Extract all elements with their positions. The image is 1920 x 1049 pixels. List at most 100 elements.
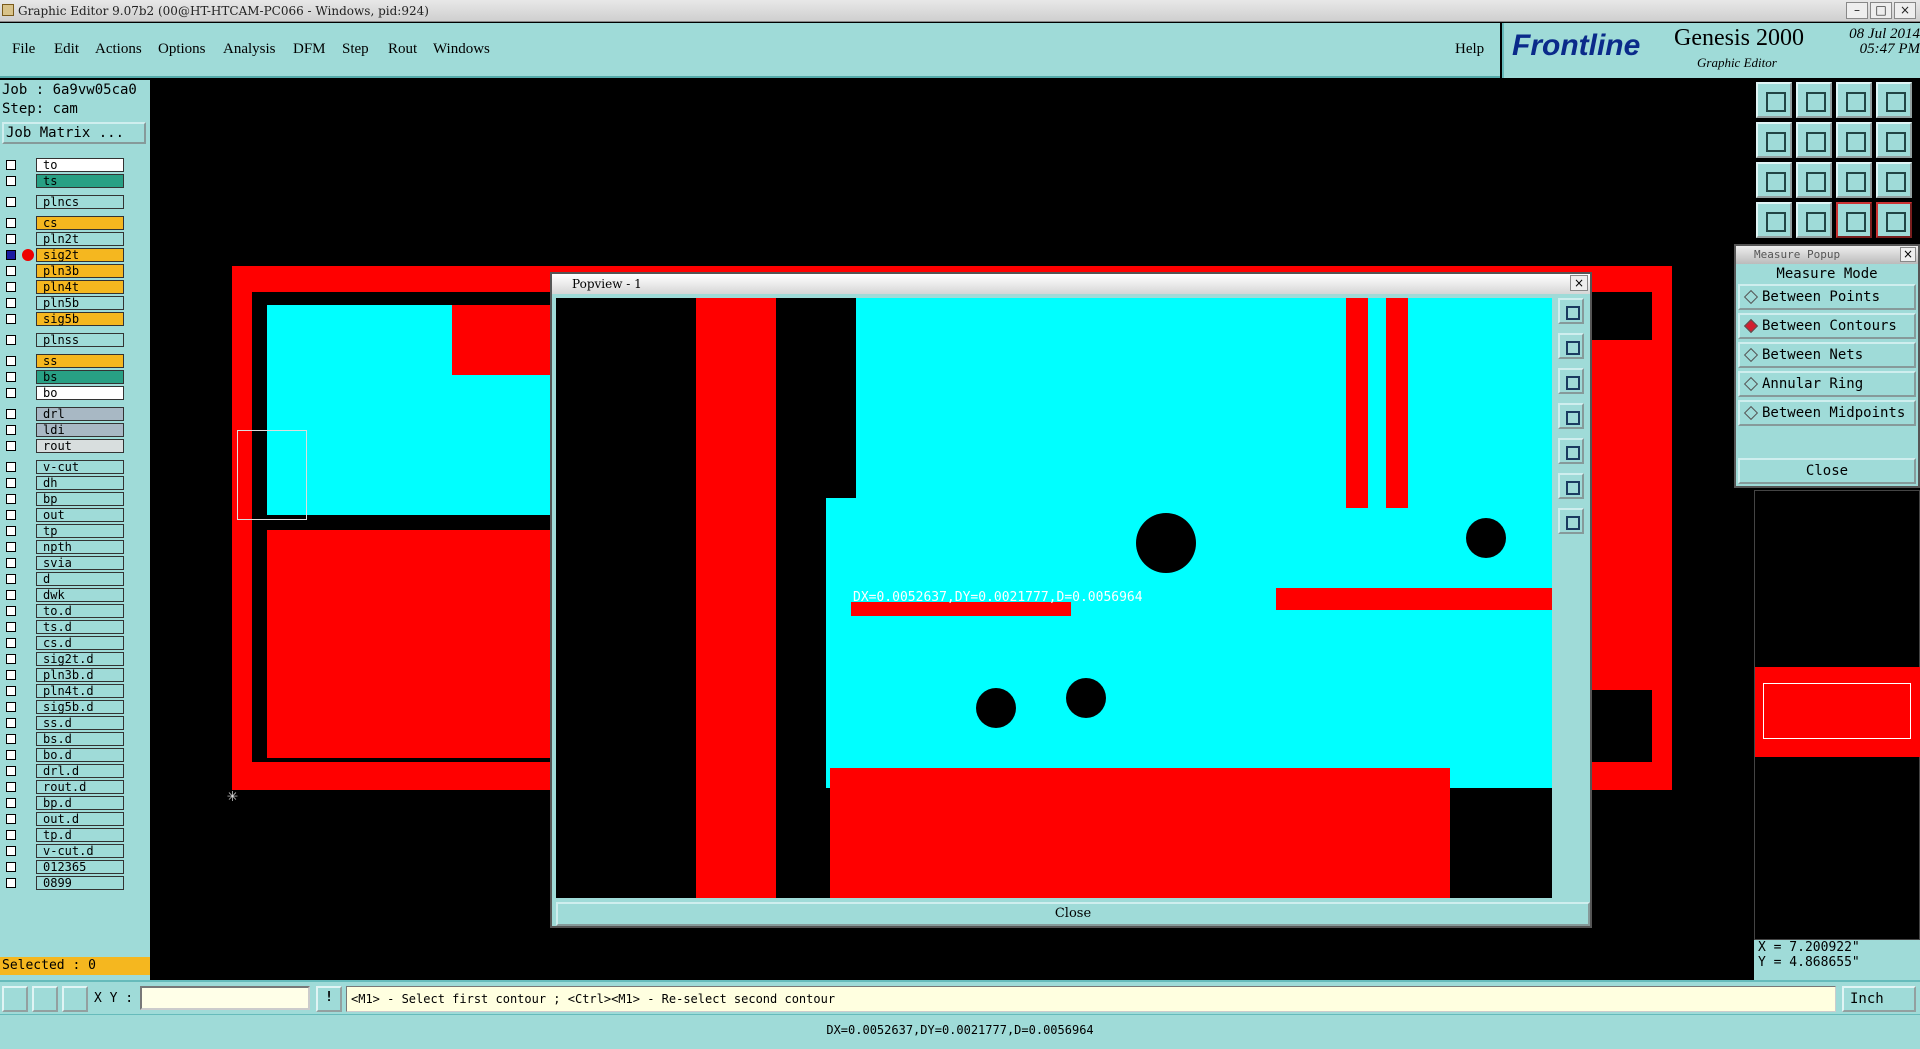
layer-name[interactable]: dwk <box>36 588 124 602</box>
layer-name[interactable]: sig5b <box>36 312 124 326</box>
layer-checkbox[interactable] <box>6 686 16 696</box>
layer-row-sig5b[interactable]: sig5b <box>6 312 124 326</box>
layer-row-pln2t[interactable]: pln2t <box>6 232 124 246</box>
popview-canvas[interactable]: DX=0.0052637,DY=0.0021777,D=0.0056964 <box>556 298 1552 898</box>
popview-tool-3-icon[interactable] <box>1558 368 1584 394</box>
menu-file[interactable]: File <box>12 41 35 58</box>
layer-checkbox[interactable] <box>6 282 16 292</box>
layer-row-bs[interactable]: bs <box>6 370 124 384</box>
layer-checkbox[interactable] <box>6 734 16 744</box>
layer-checkbox[interactable] <box>6 638 16 648</box>
layer-name[interactable]: dh <box>36 476 124 490</box>
layer-checkbox[interactable] <box>6 766 16 776</box>
layer-row-ldi[interactable]: ldi <box>6 423 124 437</box>
measure-popup-close-icon[interactable]: × <box>1900 247 1916 262</box>
popview-tool-4-icon[interactable] <box>1558 403 1584 429</box>
overview-map[interactable] <box>1754 490 1920 940</box>
layer-name[interactable]: bo.d <box>36 748 124 762</box>
layer-name[interactable]: plnss <box>36 333 124 347</box>
layer-checkbox[interactable] <box>6 250 16 260</box>
layer-name[interactable]: d <box>36 572 124 586</box>
layer-name[interactable]: sig5b.d <box>36 700 124 714</box>
layer-checkbox[interactable] <box>6 702 16 712</box>
layer-row-tp[interactable]: tp <box>6 524 124 538</box>
layer-name[interactable]: drl <box>36 407 124 421</box>
toolbar-pan-left-icon[interactable] <box>1756 122 1792 158</box>
layer-row-sig2t[interactable]: sig2t <box>6 248 124 262</box>
layer-name[interactable]: svia <box>36 556 124 570</box>
units-selector[interactable]: Inch <box>1842 986 1916 1012</box>
layer-row-0899[interactable]: 0899 <box>6 876 124 890</box>
layer-checkbox[interactable] <box>6 798 16 808</box>
minimize-button[interactable]: – <box>1846 2 1868 19</box>
layer-name[interactable]: bp <box>36 492 124 506</box>
layer-row-dwk[interactable]: dwk <box>6 588 124 602</box>
layer-checkbox[interactable] <box>6 494 16 504</box>
popview-zoom-fit-icon[interactable] <box>1558 473 1584 499</box>
layer-row-to[interactable]: to <box>6 158 124 172</box>
layer-checkbox[interactable] <box>6 830 16 840</box>
layer-row-pln5b[interactable]: pln5b <box>6 296 124 310</box>
menu-actions[interactable]: Actions <box>95 41 142 58</box>
layer-checkbox[interactable] <box>6 160 16 170</box>
menu-dfm[interactable]: DFM <box>293 41 326 58</box>
layer-row-tp.d[interactable]: tp.d <box>6 828 124 842</box>
layer-row-v-cut.d[interactable]: v-cut.d <box>6 844 124 858</box>
toolbar-step-icon[interactable] <box>1836 122 1872 158</box>
layer-row-bo[interactable]: bo <box>6 386 124 400</box>
layer-checkbox[interactable] <box>6 718 16 728</box>
select-tool-icon[interactable] <box>2 986 28 1012</box>
layer-checkbox[interactable] <box>6 441 16 451</box>
measure-tool-icon[interactable] <box>32 986 58 1012</box>
toolbar-window-icon[interactable] <box>1876 82 1912 118</box>
layer-name[interactable]: ts <box>36 174 124 188</box>
layer-name[interactable]: bs <box>36 370 124 384</box>
toolbar-upload-icon[interactable] <box>1756 82 1792 118</box>
layer-row-rout.d[interactable]: rout.d <box>6 780 124 794</box>
layer-checkbox[interactable] <box>6 314 16 324</box>
layer-name[interactable]: tp.d <box>36 828 124 842</box>
layer-checkbox[interactable] <box>6 862 16 872</box>
layer-name[interactable]: to.d <box>36 604 124 618</box>
layer-checkbox[interactable] <box>6 478 16 488</box>
measure-option-between-points[interactable]: Between Points <box>1738 284 1916 310</box>
layer-name[interactable]: v-cut.d <box>36 844 124 858</box>
layer-name[interactable]: pln5b <box>36 296 124 310</box>
layer-row-bo.d[interactable]: bo.d <box>6 748 124 762</box>
layer-name[interactable]: tp <box>36 524 124 538</box>
layer-row-ts[interactable]: ts <box>6 174 124 188</box>
toolbar-download-icon[interactable] <box>1796 82 1832 118</box>
layer-checkbox[interactable] <box>6 335 16 345</box>
layer-row-pln3b[interactable]: pln3b <box>6 264 124 278</box>
snap-tool-icon[interactable] <box>62 986 88 1012</box>
layer-name[interactable]: pln3b.d <box>36 668 124 682</box>
menu-windows[interactable]: Windows <box>433 41 490 58</box>
layer-name[interactable]: ts.d <box>36 620 124 634</box>
measure-option-between-nets[interactable]: Between Nets <box>1738 342 1916 368</box>
layer-row-drl[interactable]: drl <box>6 407 124 421</box>
layer-row-sig5b.d[interactable]: sig5b.d <box>6 700 124 714</box>
layer-name[interactable]: sig2t.d <box>36 652 124 666</box>
measure-option-annular-ring[interactable]: Annular Ring <box>1738 371 1916 397</box>
toolbar-scale-icon[interactable] <box>1836 162 1872 198</box>
layer-name[interactable]: ss <box>36 354 124 368</box>
layer-row-012365[interactable]: 012365 <box>6 860 124 874</box>
layer-checkbox[interactable] <box>6 654 16 664</box>
layer-row-svia[interactable]: svia <box>6 556 124 570</box>
layer-row-pln4t[interactable]: pln4t <box>6 280 124 294</box>
toolbar-zoom-icon[interactable] <box>1796 162 1832 198</box>
layer-name[interactable]: ldi <box>36 423 124 437</box>
layer-name[interactable]: drl.d <box>36 764 124 778</box>
layer-name[interactable]: npth <box>36 540 124 554</box>
popview-close-icon[interactable]: × <box>1570 275 1588 291</box>
popview-tool-5-icon[interactable] <box>1558 438 1584 464</box>
layer-checkbox[interactable] <box>6 298 16 308</box>
layer-name[interactable]: rout.d <box>36 780 124 794</box>
layer-name[interactable]: ss.d <box>36 716 124 730</box>
layer-row-to.d[interactable]: to.d <box>6 604 124 618</box>
toolbar-grid-icon[interactable] <box>1796 202 1832 238</box>
layer-row-sig2t.d[interactable]: sig2t.d <box>6 652 124 666</box>
layer-name[interactable]: bp.d <box>36 796 124 810</box>
layer-checkbox[interactable] <box>6 782 16 792</box>
layer-checkbox[interactable] <box>6 814 16 824</box>
